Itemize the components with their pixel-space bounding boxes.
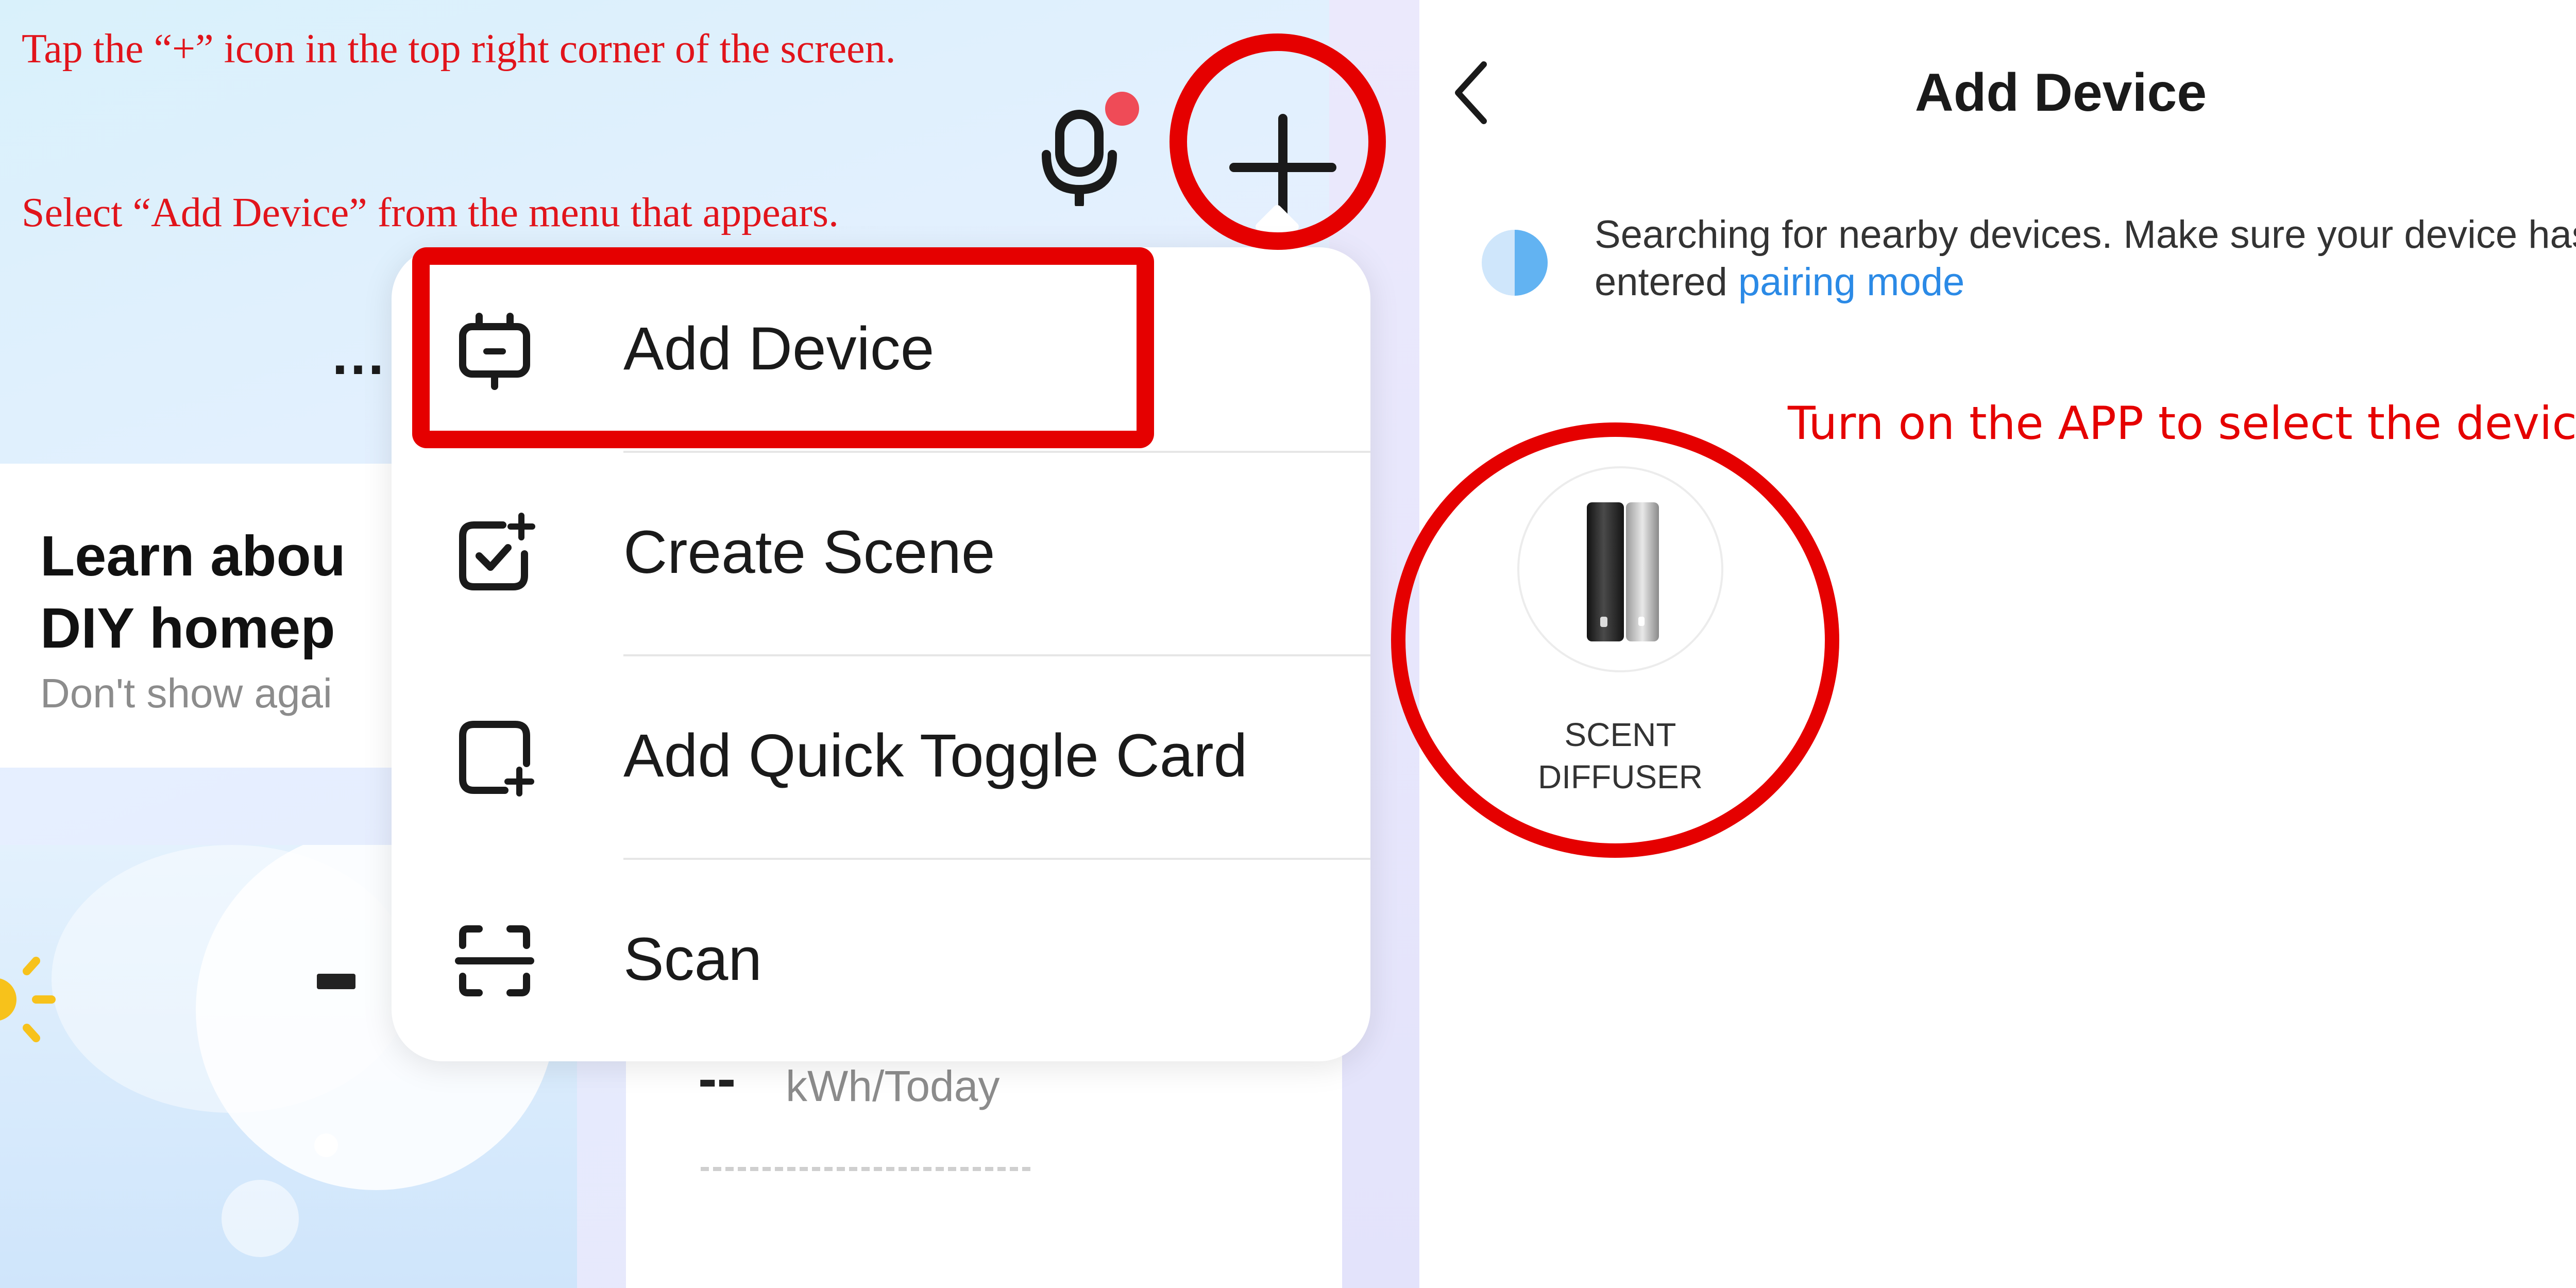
instruction-step-3: Turn on the APP to select the device. bbox=[1788, 397, 2576, 450]
menu-item-scan[interactable]: Scan bbox=[392, 858, 1370, 1061]
left-panel-home-screen: Learn abou DIY homep Don't show agai -- … bbox=[0, 0, 1419, 1288]
instruction-step-1: Tap the “+” icon in the top right corner… bbox=[22, 26, 896, 72]
menu-item-label: Add Quick Toggle Card bbox=[623, 722, 1248, 790]
learn-card-dismiss-link[interactable]: Don't show agai bbox=[40, 670, 332, 717]
instruction-step-2: Select “Add Device” from the menu that a… bbox=[22, 190, 839, 235]
searching-spinner-icon bbox=[1482, 230, 1548, 296]
highlight-circle bbox=[1391, 422, 1839, 858]
highlight-box bbox=[412, 247, 1154, 448]
menu-item-label: Create Scene bbox=[623, 518, 995, 586]
pairing-mode-link[interactable]: pairing mode bbox=[1738, 260, 1964, 304]
learn-card-title: Learn abou DIY homep bbox=[40, 524, 346, 660]
scan-icon bbox=[455, 925, 534, 996]
search-status-text: Searching for nearby devices. Make sure … bbox=[1595, 211, 2576, 306]
energy-unit: kWh/Today bbox=[786, 1062, 1000, 1110]
chevron-left-icon[interactable] bbox=[1437, 49, 1504, 137]
page-title: Add Device bbox=[1914, 63, 2207, 123]
highlight-circle bbox=[1170, 33, 1386, 250]
weather-decoration-dot bbox=[314, 1133, 338, 1157]
menu-item-label: Scan bbox=[623, 925, 762, 993]
create-scene-icon bbox=[459, 513, 535, 590]
weather-cloud-shape bbox=[52, 845, 412, 1113]
menu-item-add-quick-toggle-card[interactable]: Add Quick Toggle Card bbox=[392, 654, 1370, 858]
weather-temperature-placeholder bbox=[317, 974, 355, 989]
weather-decoration-dot bbox=[222, 1180, 299, 1257]
energy-divider bbox=[701, 1167, 1030, 1171]
quick-toggle-card-icon bbox=[459, 721, 534, 796]
sun-icon bbox=[0, 957, 56, 1042]
more-options-ellipsis[interactable]: … bbox=[330, 322, 386, 387]
menu-item-create-scene[interactable]: Create Scene bbox=[392, 451, 1370, 654]
notification-badge bbox=[1105, 92, 1139, 126]
